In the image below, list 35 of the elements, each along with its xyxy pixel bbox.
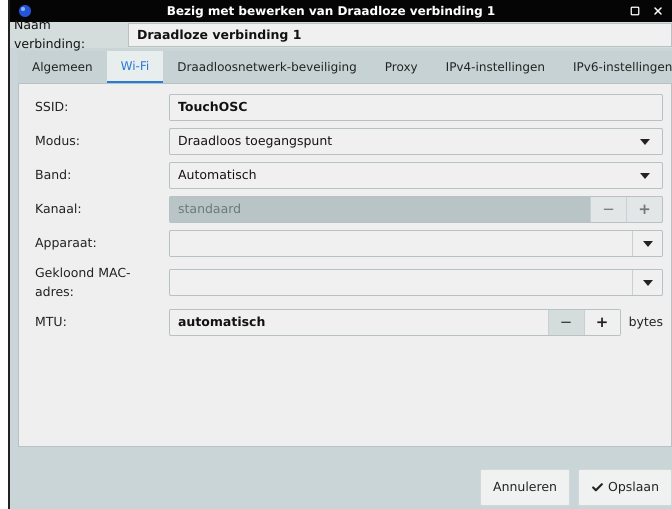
connection-name-label: Naam verbinding: xyxy=(13,16,86,53)
save-button[interactable]: Opslaan xyxy=(578,469,672,506)
unit-label: bytes xyxy=(628,312,663,331)
maximize-icon[interactable] xyxy=(630,6,640,16)
tab[interactable]: Algemeen xyxy=(18,51,107,83)
connection-name-field[interactable]: Draadloze verbinding 1 xyxy=(128,23,672,47)
combo-field[interactable] xyxy=(169,230,663,257)
close-icon[interactable] xyxy=(652,5,664,17)
decrement-button[interactable]: − xyxy=(548,310,584,334)
cancel-button[interactable]: Annuleren xyxy=(480,469,570,506)
combo-field[interactable] xyxy=(169,269,663,296)
ssid-field[interactable]: TouchOSC xyxy=(169,94,663,121)
field-label: SSID: xyxy=(35,98,70,116)
increment-button[interactable]: + xyxy=(584,310,620,334)
tab[interactable]: Draadloosnetwerk-beveiliging xyxy=(163,51,371,83)
number-field[interactable]: automatisch − + xyxy=(169,308,621,336)
dropdown-field[interactable]: Automatisch xyxy=(169,162,663,189)
field-label: Gekloond MAC-adres: xyxy=(35,264,132,301)
field-label: Kanaal: xyxy=(35,200,83,218)
tab[interactable]: IPv4-instellingen xyxy=(432,51,559,83)
field-label: Band: xyxy=(35,166,72,184)
app-logo-icon xyxy=(18,4,32,18)
window-title: Bezig met bewerken van Draadloze verbinding 1 xyxy=(166,3,496,20)
dropdown-caret-icon xyxy=(640,172,650,178)
check-icon xyxy=(590,481,604,494)
dropdown-caret-icon xyxy=(642,280,652,286)
field-label: Apparaat: xyxy=(35,234,98,252)
field-label: Modus: xyxy=(35,132,82,150)
tab[interactable]: Proxy xyxy=(370,51,432,83)
field-label: MTU: xyxy=(35,312,68,331)
tab[interactable]: IPv6-instellingen xyxy=(559,51,672,83)
dropdown-caret-icon xyxy=(642,240,652,246)
tab[interactable]: Wi-Fi xyxy=(106,51,164,83)
dropdown-field[interactable]: Draadloos toegangspunt xyxy=(169,128,663,155)
dropdown-caret-icon xyxy=(640,138,650,144)
